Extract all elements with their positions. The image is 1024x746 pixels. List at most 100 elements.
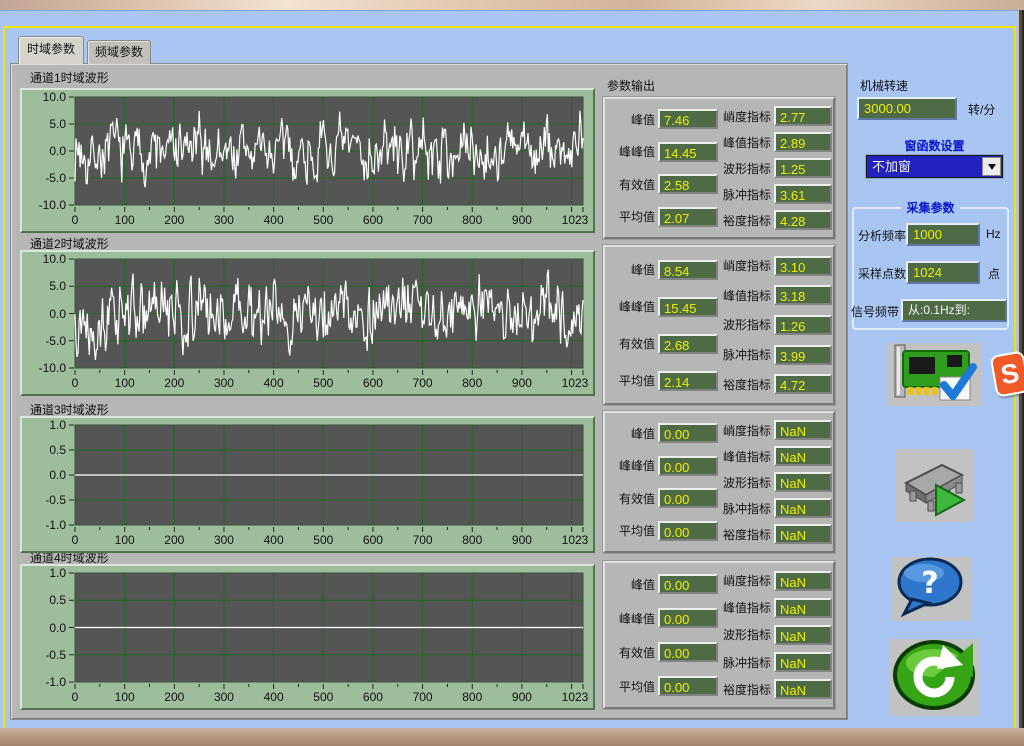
x-tick-label: 800 bbox=[450, 690, 494, 704]
analysis-freq-label: 分析频率 bbox=[858, 227, 906, 244]
param-field: 波形指标NaN bbox=[717, 625, 835, 645]
param-field: 裕度指标NaN bbox=[717, 679, 835, 699]
param-output-title: 参数输出 bbox=[607, 77, 655, 94]
app-window: 时域参数 频域参数 通道1时域波形 通道2时域波形 通道3时域波形 通道4时域波… bbox=[0, 10, 1024, 728]
x-tick-label: 300 bbox=[202, 533, 246, 547]
param-label: 波形指标 bbox=[717, 316, 771, 333]
param-label: 有效值 bbox=[609, 644, 655, 661]
x-tick-label: 600 bbox=[351, 376, 395, 390]
x-tick-label: 200 bbox=[152, 690, 196, 704]
param-field: 峰峰值0.00 bbox=[609, 608, 721, 628]
analysis-freq-input[interactable]: 1000 bbox=[906, 223, 980, 246]
param-value: NaN bbox=[774, 679, 832, 699]
x-tick-label: 700 bbox=[401, 213, 445, 227]
x-tick-label: 500 bbox=[301, 213, 345, 227]
param-value: 0.00 bbox=[658, 423, 718, 443]
analysis-freq-unit: Hz bbox=[986, 227, 1001, 241]
param-field: 裕度指标NaN bbox=[717, 524, 835, 544]
refresh-button[interactable] bbox=[889, 639, 979, 716]
device-check-icon bbox=[889, 343, 980, 407]
param-field: 平均值0.00 bbox=[609, 521, 721, 541]
y-tick-label: 1.0 bbox=[22, 418, 66, 432]
help-button[interactable]: ? bbox=[892, 557, 971, 621]
param-label: 脉冲指标 bbox=[717, 500, 771, 517]
waveform-chart-ch3: 1.00.50.0-0.5-1.001002003004005006007008… bbox=[20, 416, 595, 553]
waveform-chart-ch1: 10.05.00.0-5.0-10.0010020030040050060070… bbox=[20, 88, 595, 233]
param-label: 脉冲指标 bbox=[717, 654, 771, 671]
waveform-chart-ch2: 10.05.00.0-5.0-10.0010020030040050060070… bbox=[20, 250, 595, 396]
chart-title-ch1: 通道1时域波形 bbox=[30, 69, 109, 86]
x-tick-label: 0 bbox=[53, 533, 97, 547]
y-tick-label: 0.0 bbox=[22, 621, 66, 635]
param-value: 1.25 bbox=[774, 158, 832, 178]
param-value: NaN bbox=[774, 625, 832, 645]
sogou-icon[interactable]: S bbox=[990, 350, 1024, 397]
param-value: 0.00 bbox=[658, 642, 718, 662]
y-tick-label: 5.0 bbox=[22, 117, 66, 131]
x-tick-label: 900 bbox=[500, 690, 544, 704]
param-value: 0.00 bbox=[658, 574, 718, 594]
y-tick-label: 0.5 bbox=[22, 443, 66, 457]
device-check-button[interactable] bbox=[887, 343, 982, 406]
param-value: 0.00 bbox=[658, 456, 718, 476]
param-field: 峭度指标3.10 bbox=[717, 256, 835, 276]
tab-time-domain[interactable]: 时域参数 bbox=[18, 36, 84, 64]
sample-count-input[interactable]: 1024 bbox=[906, 261, 980, 284]
param-value: 2.68 bbox=[658, 334, 718, 354]
param-label: 峭度指标 bbox=[717, 257, 771, 274]
param-value: NaN bbox=[774, 652, 832, 672]
param-field: 波形指标1.25 bbox=[717, 158, 835, 178]
param-label: 峰峰值 bbox=[609, 143, 655, 160]
param-label: 峰值指标 bbox=[717, 599, 771, 616]
speed-input[interactable]: 3000.00 bbox=[857, 97, 957, 120]
x-tick-label: 800 bbox=[450, 376, 494, 390]
x-tick-label: 900 bbox=[500, 533, 544, 547]
window-function-label: 窗函数设置 bbox=[866, 137, 1003, 154]
y-tick-label: 0.0 bbox=[22, 144, 66, 158]
window-function-value: 不加窗 bbox=[872, 159, 911, 174]
speed-label: 机械转速 bbox=[860, 77, 908, 94]
x-tick-label: 400 bbox=[252, 690, 296, 704]
param-label: 峰峰值 bbox=[609, 298, 655, 315]
param-field: 峰值7.46 bbox=[609, 109, 721, 129]
y-tick-label: 10.0 bbox=[22, 90, 66, 104]
x-tick-label: 900 bbox=[500, 376, 544, 390]
x-tick-label: 500 bbox=[301, 376, 345, 390]
x-tick-label: 0 bbox=[53, 376, 97, 390]
x-tick-label: 1023 bbox=[553, 376, 597, 390]
param-label: 峰值 bbox=[609, 111, 655, 128]
param-value: NaN bbox=[774, 524, 832, 544]
param-value: 3.10 bbox=[774, 256, 832, 276]
param-label: 平均值 bbox=[609, 678, 655, 695]
signal-band-input[interactable]: 从:0.1Hz到: bbox=[901, 299, 1007, 322]
x-tick-label: 400 bbox=[252, 533, 296, 547]
param-value: 0.00 bbox=[658, 676, 718, 696]
param-block-ch4: 峰值0.00峰峰值0.00有效值0.00平均值0.00峭度指标NaN峰值指标Na… bbox=[603, 561, 835, 709]
param-label: 平均值 bbox=[609, 522, 655, 539]
tab-freq-domain[interactable]: 频域参数 bbox=[87, 40, 151, 64]
desktop-edge bbox=[0, 0, 1024, 10]
x-tick-label: 300 bbox=[202, 690, 246, 704]
y-tick-label: 10.0 bbox=[22, 252, 66, 266]
y-tick-label: 0.5 bbox=[22, 593, 66, 607]
param-value: 1.26 bbox=[774, 315, 832, 335]
param-label: 峰峰值 bbox=[609, 457, 655, 474]
x-tick-label: 100 bbox=[103, 213, 147, 227]
param-label: 峰峰值 bbox=[609, 610, 655, 627]
x-tick-label: 800 bbox=[450, 213, 494, 227]
x-tick-label: 700 bbox=[401, 376, 445, 390]
waveform-chart-ch4: 1.00.50.0-0.5-1.001002003004005006007008… bbox=[20, 564, 595, 710]
param-field: 裕度指标4.28 bbox=[717, 210, 835, 230]
x-tick-label: 200 bbox=[152, 376, 196, 390]
chip-run-button[interactable] bbox=[896, 449, 973, 522]
param-value: 0.00 bbox=[658, 608, 718, 628]
param-value: 0.00 bbox=[658, 521, 718, 541]
y-tick-label: -1.0 bbox=[22, 675, 66, 689]
param-value: 2.58 bbox=[658, 174, 718, 194]
dropdown-button[interactable] bbox=[982, 157, 1001, 176]
x-tick-label: 500 bbox=[301, 690, 345, 704]
param-value: 2.89 bbox=[774, 132, 832, 152]
param-field: 峰值0.00 bbox=[609, 423, 721, 443]
help-icon: ? bbox=[894, 557, 969, 622]
window-function-dropdown[interactable]: 不加窗 bbox=[866, 155, 1003, 178]
